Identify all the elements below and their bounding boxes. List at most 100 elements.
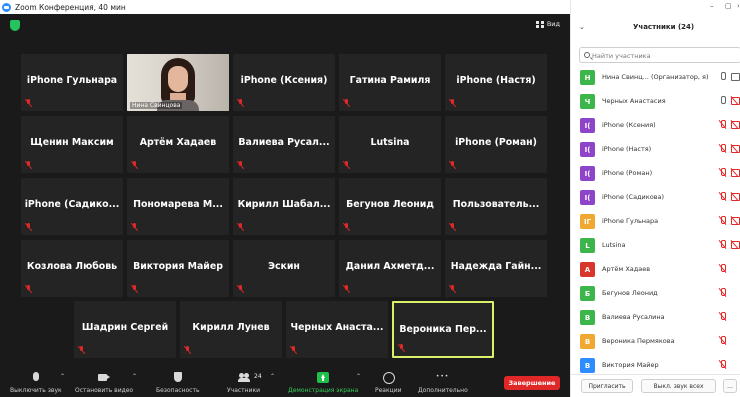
reactions-button[interactable]: Реакции xyxy=(375,364,402,397)
gallery-grid-icon xyxy=(535,20,544,28)
participant-name: iPhone (Настя) xyxy=(456,75,536,86)
participant-row-name: Виктория Майер xyxy=(602,361,659,369)
muted-mic-icon[interactable] xyxy=(719,216,726,225)
video-off-icon[interactable] xyxy=(731,97,740,105)
muted-mic-icon[interactable] xyxy=(719,144,726,153)
mute-button[interactable]: Выключить звук xyxy=(10,364,62,397)
video-tile[interactable]: iPhone (Настя) xyxy=(445,54,547,111)
video-tile[interactable]: Lutsina xyxy=(339,116,441,173)
mute-label: Выключить звук xyxy=(10,387,62,394)
panel-footer: Пригласить Выкл. звук всех ... xyxy=(571,374,740,397)
participant-row[interactable]: I(iPhone (Садикова) xyxy=(571,186,740,210)
participant-row[interactable]: Б Бегунов Леонид xyxy=(571,282,740,306)
participant-row[interactable]: Ч Черных Анастасия xyxy=(571,90,740,114)
avatar: Б xyxy=(580,286,595,301)
muted-mic-icon[interactable] xyxy=(719,168,726,177)
video-off-icon[interactable] xyxy=(731,217,740,225)
video-tile[interactable]: Эскин xyxy=(233,240,335,297)
mute-all-button[interactable]: Выкл. звук всех xyxy=(641,379,716,393)
panel-more-button[interactable]: ... xyxy=(723,379,737,393)
video-tile[interactable]: Валиева Русал... xyxy=(233,116,335,173)
video-tile-camera[interactable]: Нина Свинцова xyxy=(127,54,229,111)
participants-caret-icon[interactable]: ⌃ xyxy=(270,373,275,380)
share-screen-icon xyxy=(317,372,330,383)
participant-row[interactable]: Н Нина Свинц... (Организатор, я) xyxy=(571,66,740,90)
video-tile[interactable]: Данил Ахметд... xyxy=(339,240,441,297)
maximize-icon[interactable]: ▢ xyxy=(725,2,732,10)
video-off-icon[interactable] xyxy=(731,145,740,153)
participant-name: Пономарева М... xyxy=(133,199,223,210)
participant-name: Lutsina xyxy=(370,137,410,148)
participant-name: iPhone Гульнара xyxy=(26,75,118,86)
participant-row[interactable]: IГ iPhone Гульнара xyxy=(571,210,740,234)
video-tile[interactable]: Кирилл Лунев xyxy=(180,301,282,358)
video-tile[interactable]: iPhone (Роман) xyxy=(445,116,547,173)
video-off-icon[interactable] xyxy=(731,169,740,177)
video-tile[interactable]: Черных Анаста... xyxy=(286,301,388,358)
participant-name: Шадрин Сергей xyxy=(81,322,169,333)
avatar: I( xyxy=(580,166,595,181)
participant-row[interactable]: L Lutsina xyxy=(571,234,740,258)
more-dots-icon xyxy=(436,372,449,383)
participant-row-name: iPhone (Настя) xyxy=(602,145,652,153)
muted-mic-icon[interactable] xyxy=(719,264,726,273)
security-button[interactable]: Безопасность xyxy=(156,364,200,397)
participant-name: Валиева Русал... xyxy=(238,137,330,148)
participant-row[interactable]: I(iPhone (Роман) xyxy=(571,162,740,186)
video-tile[interactable]: iPhone (Садико... xyxy=(21,178,123,235)
video-tile[interactable]: Бегунов Леонид xyxy=(339,178,441,235)
video-tile[interactable]: Надежда Гайн... xyxy=(445,240,547,297)
encryption-shield-icon[interactable] xyxy=(10,20,20,31)
more-button[interactable]: Дополнительно xyxy=(418,364,468,397)
share-screen-button[interactable]: Демонстрация экрана xyxy=(288,364,358,397)
participant-search-box[interactable] xyxy=(579,47,740,63)
muted-mic-icon xyxy=(343,161,349,169)
invite-button[interactable]: Пригласить xyxy=(581,379,633,393)
end-meeting-button[interactable]: Завершение xyxy=(504,376,560,390)
video-tile[interactable]: Артём Хадаев xyxy=(127,116,229,173)
participant-row[interactable]: В Валиева Русалина xyxy=(571,306,740,330)
muted-mic-icon[interactable] xyxy=(719,240,726,249)
video-tile[interactable]: iPhone Гульнара xyxy=(21,54,123,111)
participant-row[interactable]: В Вероника Пермякова xyxy=(571,330,740,354)
microphone-icon[interactable] xyxy=(719,96,726,105)
video-tile[interactable]: Пономарева М... xyxy=(127,178,229,235)
video-tile[interactable]: Кирилл Шабал... xyxy=(233,178,335,235)
collapse-chevron-icon[interactable]: ⌄ xyxy=(579,23,585,31)
muted-mic-icon[interactable] xyxy=(719,120,726,129)
avatar: В xyxy=(580,358,595,373)
participant-row[interactable]: А Артём Хадаев xyxy=(571,258,740,282)
participants-button[interactable]: Участники xyxy=(227,364,260,397)
view-button[interactable]: Вид xyxy=(535,20,560,28)
participant-row[interactable]: I(iPhone (Ксения) xyxy=(571,114,740,138)
participant-row-name: Валиева Русалина xyxy=(602,313,665,321)
video-tile[interactable]: Козлова Любовь xyxy=(21,240,123,297)
video-camera-icon[interactable] xyxy=(731,73,740,81)
video-off-icon[interactable] xyxy=(731,193,740,201)
video-off-icon[interactable] xyxy=(731,241,740,249)
video-tile[interactable]: Вероника Пер... xyxy=(392,301,494,358)
muted-mic-icon[interactable] xyxy=(719,360,726,369)
video-tile[interactable]: Щенин Максим xyxy=(21,116,123,173)
video-tile[interactable]: Пользователь... xyxy=(445,178,547,235)
microphone-icon[interactable] xyxy=(719,72,726,81)
muted-mic-icon[interactable] xyxy=(719,288,726,297)
video-options-caret-icon[interactable]: ⌃ xyxy=(132,373,137,380)
person-face xyxy=(168,66,188,92)
video-tile[interactable]: Виктория Майер xyxy=(127,240,229,297)
minimize-icon[interactable]: – xyxy=(710,2,714,10)
video-tile[interactable]: Гатина Рамиля xyxy=(339,54,441,111)
participant-row[interactable]: В Виктория Майер xyxy=(571,354,740,374)
muted-mic-icon[interactable] xyxy=(719,192,726,201)
participant-search-input[interactable] xyxy=(592,50,732,61)
audio-options-caret-icon[interactable]: ⌃ xyxy=(60,373,65,380)
close-icon[interactable]: › xyxy=(737,2,740,10)
stop-video-button[interactable]: Остановить видео xyxy=(75,364,133,397)
video-off-icon[interactable] xyxy=(731,121,740,129)
video-tile[interactable]: Шадрин Сергей xyxy=(74,301,176,358)
video-tile[interactable]: iPhone (Ксения) xyxy=(233,54,335,111)
muted-mic-icon[interactable] xyxy=(719,336,726,345)
muted-mic-icon[interactable] xyxy=(719,312,726,321)
share-options-caret-icon[interactable]: ⌃ xyxy=(356,373,361,380)
participant-row[interactable]: I(iPhone (Настя) xyxy=(571,138,740,162)
